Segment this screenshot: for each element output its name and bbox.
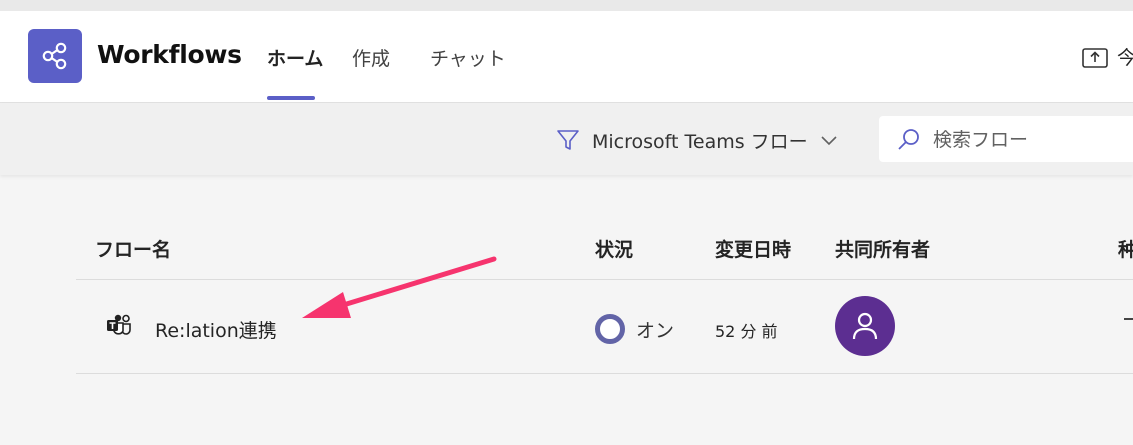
column-header-type[interactable]: 种 [1118,235,1133,262]
share-upload-icon[interactable] [1082,46,1108,68]
tab-create[interactable]: 作成 [352,44,390,71]
status-on-icon [595,314,625,344]
type-dash [1124,318,1133,320]
flow-filter-dropdown[interactable]: Microsoft Teams フロー [556,127,838,153]
app-logo[interactable] [28,29,82,83]
status-label: オン [636,320,675,342]
tab-home[interactable]: ホーム [267,44,323,71]
share-nodes-icon [42,42,67,70]
teams-icon [107,314,131,335]
window-top-strip [0,0,1133,11]
flow-name-link[interactable]: Re:lation連携 [155,316,277,343]
search-icon [898,129,919,150]
search-box[interactable] [879,116,1133,162]
table-header: フロー名 状況 変更日時 共同所有者 种 [76,215,1133,280]
toolbar: Microsoft Teams フロー [0,103,1133,175]
app-title: Workflows [97,40,242,69]
modified-time: 52 分 前 [715,322,778,341]
table-row[interactable]: Re:lation連携 オン 52 分 前 [76,280,1133,374]
chevron-down-icon [821,136,837,146]
column-header-status[interactable]: 状況 [595,235,633,262]
app-header: Workflows ホーム 作成 チャット 今 [0,11,1133,103]
column-header-co-owners[interactable]: 共同所有者 [835,235,930,262]
filter-label: Microsoft Teams フロー [592,130,808,153]
co-owner-avatar[interactable] [835,296,895,356]
active-tab-indicator [267,96,315,100]
filter-icon [557,130,579,150]
search-input[interactable] [931,124,1133,156]
tab-chat[interactable]: チャット [430,44,506,71]
header-action-label[interactable]: 今 [1117,43,1133,70]
column-header-modified[interactable]: 変更日時 [715,235,791,262]
person-icon [852,312,878,340]
column-header-flow-name[interactable]: フロー名 [95,235,171,262]
